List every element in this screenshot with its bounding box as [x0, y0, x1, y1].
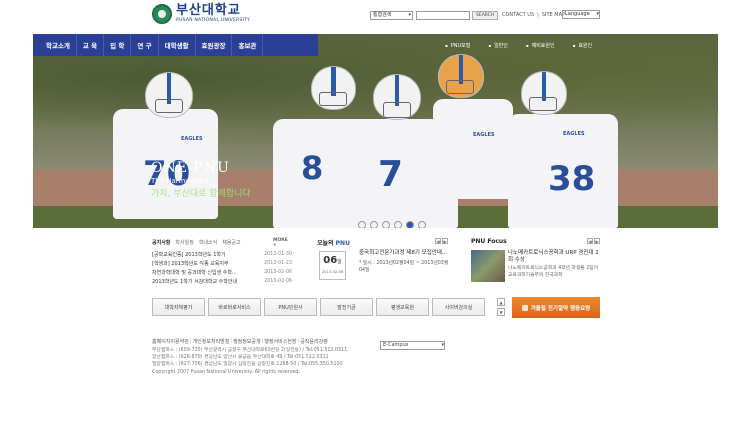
focus-article[interactable]: 나노메카트로닉스공학과 URP 경진대 2회 수상 나노메카트로닉스공학과 4학… — [508, 250, 600, 279]
quick-development-fund[interactable]: 발전기금 — [320, 298, 373, 316]
language-select[interactable]: Language ▾ — [562, 10, 600, 19]
calendar-icon: 06일 2013.02.06 — [319, 251, 346, 280]
main-navigation: 학교소개 교 육 입 학 연 구 대학생활 효원광장 홍보관 — [33, 34, 318, 56]
list-item[interactable]: [공학교육인증] 2013학년도 1학기 2013-01-30 — [152, 250, 292, 259]
search-scope-select[interactable]: 통합검색 ▾ — [370, 11, 413, 20]
notice-panel: 공지사항 학사일정 학내소식 채용공고 MORE + [공학교육인증] 2013… — [152, 238, 292, 286]
university-logo[interactable]: 부산대학교 PUSAN NATIONAL UNIVERSITY — [152, 4, 250, 24]
slide-dot-1[interactable] — [358, 221, 366, 228]
nav-about[interactable]: 학교소개 — [33, 34, 77, 56]
quick-lifelong-education[interactable]: 평생교육원 — [376, 298, 429, 316]
search-button[interactable]: SEARCH — [472, 11, 499, 20]
nav-education[interactable]: 교 육 — [77, 34, 105, 56]
slide-indicators — [358, 221, 426, 228]
nav-research[interactable]: 연 구 — [131, 34, 159, 56]
pnu-focus-panel: PNU Focus ◀ ▶ 나노메카트로닉스공학과 URP 경진대 2회 수상 … — [471, 238, 600, 282]
notice-list: [공학교육인증] 2013학년도 1학기 2013-01-30 [학생과] 20… — [152, 250, 292, 286]
logo-korean: 부산대학교 — [176, 3, 241, 19]
list-item[interactable]: 2013학년도 1학기 서강대학교 수학안내 2013-02-06 — [152, 277, 292, 286]
chevron-down-icon: ▾ — [441, 342, 444, 348]
tab-recruitment[interactable]: 채용공고 — [222, 239, 240, 246]
footer-link-ethics[interactable]: 공직윤리강령 — [300, 338, 328, 345]
page: 부산대학교 PUSAN NATIONAL UNIVERSITY 통합검색 ▾ S… — [0, 0, 750, 447]
energy-saving-banner[interactable]: 겨울철 전기절약 행동요령 — [512, 297, 600, 318]
top-links: CONTACT US | SITE MAP — [502, 12, 566, 18]
quick-service[interactable]: 바로바로서비스 — [208, 298, 261, 316]
next-arrow-icon[interactable]: ▶ — [442, 238, 448, 244]
slide-dot-4[interactable] — [394, 221, 402, 228]
quick-civil-affairs[interactable]: PNU민원사 — [264, 298, 317, 316]
notice-tabs: 공지사항 학사일정 학내소식 채용공고 — [152, 238, 292, 246]
contact-us-link[interactable]: CONTACT US — [502, 12, 534, 18]
tab-campus-news[interactable]: 학내소식 — [199, 239, 217, 246]
university-seal-icon — [152, 4, 172, 24]
chevron-down-icon: ▾ — [408, 12, 411, 18]
nav-campus-life[interactable]: 대학생활 — [159, 34, 196, 56]
search-area: 통합검색 ▾ SEARCH — [370, 11, 499, 20]
list-item[interactable]: [학생과] 2013학년도 각종 교육지부 2013-01-23 — [152, 259, 292, 268]
hero-slogan: ONE PNU The Harmonized 가치, 부산대로 함께합니다 — [151, 160, 251, 199]
prev-arrow-icon[interactable]: ◀ — [435, 238, 441, 244]
footer-link-charter[interactable]: 행정서비스헌장 — [264, 338, 296, 345]
nav-admission[interactable]: 입 학 — [104, 34, 132, 56]
slide-dot-5[interactable] — [406, 221, 414, 228]
quick-self-evaluation[interactable]: 대학자체평가 — [152, 298, 205, 316]
subnav-members[interactable]: 효원인 — [566, 42, 600, 49]
search-input[interactable] — [416, 11, 470, 20]
focus-photo[interactable] — [471, 250, 505, 282]
more-link[interactable]: MORE + — [273, 238, 292, 248]
hero-banner: 70 EAGLES 8 7 EAGLES 38 EAGLES 학교소개 교 육 … — [33, 34, 718, 228]
slide-dot-6[interactable] — [418, 221, 426, 228]
quick-links: 대학자체평가 바로바로서비스 PNU민원사 발전기금 평생교육원 사이버강의실 — [152, 298, 485, 316]
prev-arrow-icon[interactable]: ◀ — [587, 238, 593, 244]
nav-plaza[interactable]: 효원광장 — [196, 34, 233, 56]
scroll-down-icon[interactable]: ▼ — [497, 308, 505, 316]
subnav-prospective[interactable]: 예비효원인 — [519, 42, 562, 49]
footer-link-disclosure[interactable]: 행정정보공개 — [233, 338, 261, 345]
today-pnu-panel: 오늘의 PNU ◀ ▶ 06일 2013.02.06 중국최고전문가과정 제8기… — [317, 238, 448, 280]
audience-navigation: PNU포털 일반인 예비효원인 효원인 — [438, 34, 599, 56]
nav-pr[interactable]: 홍보관 — [232, 34, 264, 56]
today-title: 오늘의 PNU — [317, 240, 350, 247]
today-article[interactable]: 중국최고전문가과정 제8기 모집안내... * 일시 : 2013년02월04일… — [359, 250, 449, 274]
footer-address: 부산캠퍼스 : (609-735) 부산광역시 금정구 부산대학로63번길 2(… — [152, 348, 348, 375]
slide-dot-3[interactable] — [382, 221, 390, 228]
ecampus-select[interactable]: E-Campus ▾ — [380, 341, 445, 350]
list-item[interactable]: 자연과학대학 및 공과대학 신입생 수학... 2013-02-06 — [152, 268, 292, 277]
tab-notice[interactable]: 공지사항 — [152, 239, 170, 246]
slide-dot-2[interactable] — [370, 221, 378, 228]
footer-links: 홈페이지이용약관 | 개인정보처리방침 | 행정정보공개 | 행정서비스헌장 |… — [152, 338, 328, 345]
scroll-up-icon[interactable]: ▲ — [497, 298, 505, 306]
subnav-public[interactable]: 일반인 — [481, 42, 515, 49]
footer-link-privacy[interactable]: 개인정보처리방침 — [193, 338, 230, 345]
tab-academic-calendar[interactable]: 학사일정 — [175, 239, 193, 246]
footer-link-terms[interactable]: 홈페이지이용약관 — [152, 338, 189, 345]
logo-english: PUSAN NATIONAL UNIVERSITY — [176, 18, 251, 24]
chevron-down-icon: ▾ — [596, 11, 599, 17]
subnav-portal[interactable]: PNU포털 — [438, 42, 477, 49]
next-arrow-icon[interactable]: ▶ — [594, 238, 600, 244]
quick-cyber-lecture[interactable]: 사이버강의실 — [432, 298, 485, 316]
